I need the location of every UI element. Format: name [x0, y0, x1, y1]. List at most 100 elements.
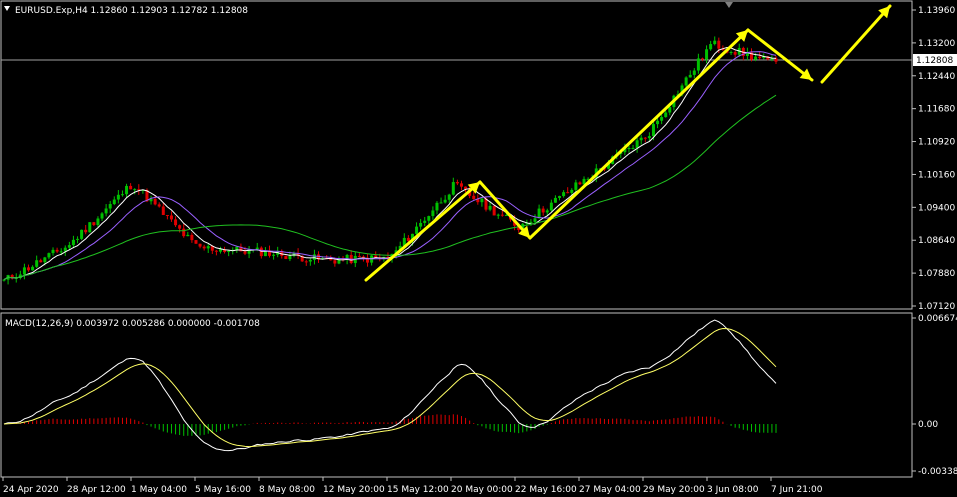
background — [0, 0, 957, 497]
candle-body — [104, 208, 108, 214]
candle-body — [545, 210, 549, 213]
time-tick-label: 22 May 16:00 — [515, 485, 577, 495]
time-tick-label: 7 Jun 21:00 — [771, 485, 823, 495]
candle-body — [312, 254, 316, 260]
candle-body — [76, 238, 80, 240]
candle-body — [218, 249, 222, 252]
candle-body — [549, 202, 553, 211]
candle-body — [696, 58, 700, 71]
candle-body — [190, 234, 194, 241]
candle-body — [406, 237, 410, 242]
candle-body — [415, 226, 419, 234]
candle-body — [255, 247, 259, 250]
candle-body — [651, 124, 655, 137]
candle-body — [500, 214, 504, 216]
candle-body — [717, 40, 721, 49]
candle-body — [169, 215, 173, 220]
candle-body — [198, 243, 202, 247]
candle-body — [153, 198, 157, 205]
candle-body — [51, 249, 55, 254]
candle-body — [108, 204, 112, 209]
candle-body — [125, 185, 129, 195]
macd-tick-label: 0.00 — [918, 420, 938, 430]
candle-body — [439, 202, 443, 204]
candle-body — [537, 208, 541, 219]
candle-body — [647, 136, 651, 139]
time-tick-label: 27 May 04:00 — [579, 485, 641, 495]
candle-body — [635, 140, 639, 148]
candle-body — [566, 192, 570, 194]
candle-body — [541, 208, 545, 213]
candle-body — [304, 261, 308, 263]
candle-body — [84, 229, 88, 233]
time-tick-label: 24 Apr 2020 — [3, 485, 59, 495]
candle-body — [639, 137, 643, 141]
candle-body — [488, 205, 492, 210]
symbol-info: EURUSD.Exp,H4 1.12860 1.12903 1.12782 1.… — [15, 6, 248, 16]
candle-body — [423, 220, 427, 223]
price-tick-label: 1.13960 — [918, 6, 955, 16]
price-tick-label: 1.13200 — [918, 39, 955, 49]
candle-body — [116, 194, 120, 200]
candle-body — [553, 197, 557, 203]
candle-body — [713, 40, 717, 45]
candle-body — [435, 202, 439, 211]
candle-body — [447, 194, 451, 200]
candle-body — [754, 56, 758, 60]
candle-body — [656, 120, 660, 125]
macd-tick-label: -0.003383 — [918, 467, 957, 477]
candle-body — [578, 182, 582, 185]
candle-body — [660, 117, 664, 121]
candle-body — [431, 210, 435, 217]
candle-body — [272, 254, 276, 256]
candle-body — [472, 195, 476, 200]
candle-body — [129, 185, 133, 190]
time-tick-label: 5 May 16:00 — [195, 485, 251, 495]
candle-body — [100, 213, 104, 219]
candle-body — [664, 112, 668, 118]
candle-body — [96, 218, 100, 226]
candle-body — [570, 189, 574, 193]
macd-tick-label: 0.006674 — [918, 314, 957, 324]
candle-body — [133, 189, 137, 191]
candle-body — [174, 219, 178, 226]
candle-body — [186, 234, 190, 237]
candle-body — [443, 199, 447, 203]
candle-body — [419, 222, 423, 227]
candle-body — [705, 49, 709, 60]
candle-body — [55, 249, 59, 252]
candle-body — [284, 255, 288, 259]
candle-body — [71, 239, 75, 246]
time-tick-label: 12 May 20:00 — [323, 485, 385, 495]
candle-body — [480, 198, 484, 203]
candle-body — [709, 44, 713, 50]
candle-body — [688, 74, 692, 78]
candle-body — [668, 107, 672, 113]
candle-body — [202, 246, 206, 249]
candle-body — [243, 251, 247, 254]
price-tick-label: 1.07120 — [918, 302, 955, 312]
price-tick-label: 1.10920 — [918, 138, 955, 148]
candle-body — [88, 222, 92, 233]
candle-body — [529, 221, 533, 223]
candle-body — [59, 251, 63, 253]
candle-body — [39, 260, 43, 263]
current-price-label: 1.12808 — [916, 56, 953, 66]
candle-body — [235, 246, 239, 250]
candle-body — [558, 196, 562, 198]
candle-body — [427, 216, 431, 221]
candle-body — [451, 182, 455, 195]
candle-body — [758, 56, 762, 59]
price-tick-label: 1.10160 — [918, 170, 955, 180]
candle-body — [733, 52, 737, 55]
price-tick-label: 1.07880 — [918, 269, 955, 279]
candle-body — [259, 247, 263, 257]
candle-body — [161, 206, 165, 215]
time-tick-label: 15 May 12:00 — [387, 485, 449, 495]
candle-body — [643, 137, 647, 139]
candle-body — [214, 250, 218, 252]
candle-body — [43, 257, 47, 263]
time-tick-label: 8 May 08:00 — [259, 485, 315, 495]
candle-body — [165, 214, 169, 216]
candle-body — [67, 245, 71, 248]
